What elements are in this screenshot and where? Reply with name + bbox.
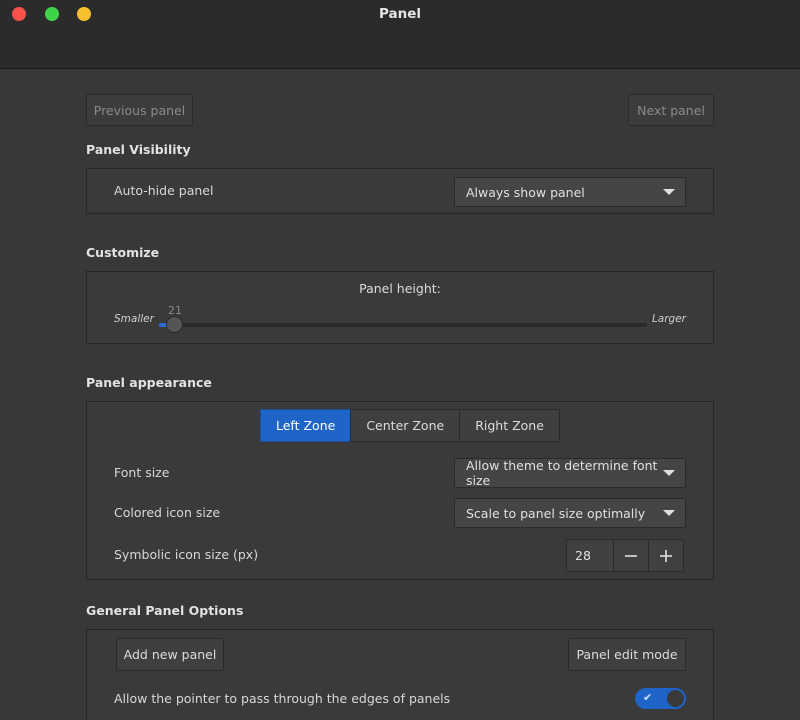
- dropdown-arrow-icon: [663, 510, 675, 516]
- pointer-pass-through-label: Allow the pointer to pass through the ed…: [114, 691, 451, 706]
- tab-left-zone[interactable]: Left Zone: [260, 409, 352, 442]
- dropdown-arrow-icon: [663, 470, 675, 476]
- larger-label: Larger: [651, 313, 686, 325]
- symbolic-icon-input[interactable]: 28: [566, 539, 614, 572]
- appearance-frame: Left Zone Center Zone Right Zone Font si…: [86, 401, 714, 580]
- window-title: Panel: [378, 6, 422, 22]
- tab-center-zone[interactable]: Center Zone: [350, 409, 461, 442]
- symbolic-icon-label: Symbolic icon size (px): [114, 547, 259, 562]
- font-size-combo[interactable]: Allow theme to determine font size: [454, 458, 686, 488]
- colored-icon-combo-value: Scale to panel size optimally: [466, 505, 646, 521]
- previous-panel-button[interactable]: Previous panel: [86, 94, 193, 126]
- autohide-combo-value: Always show panel: [466, 184, 585, 200]
- check-icon: ✔: [643, 691, 653, 704]
- autohide-label: Auto-hide panel: [114, 183, 214, 198]
- section-title-visibility: Panel Visibility: [86, 142, 191, 157]
- smaller-label: Smaller: [114, 313, 154, 325]
- plus-icon: [660, 549, 672, 562]
- panel-height-slider[interactable]: [159, 316, 647, 333]
- pointer-pass-through-switch[interactable]: ✔: [635, 688, 686, 709]
- decrement-button[interactable]: [613, 539, 649, 572]
- panel-edit-mode-button[interactable]: Panel edit mode: [568, 638, 686, 671]
- customize-frame: Panel height: Smaller Larger 21: [86, 271, 714, 344]
- panel-height-label: Panel height:: [359, 281, 441, 296]
- minus-icon: [625, 554, 637, 557]
- colored-icon-label: Colored icon size: [114, 505, 221, 520]
- section-title-general: General Panel Options: [86, 603, 244, 618]
- switch-knob: [667, 690, 684, 707]
- zone-selector: Left Zone Center Zone Right Zone: [260, 409, 560, 442]
- visibility-frame: Auto-hide panel Always show panel: [86, 168, 714, 214]
- font-size-combo-value: Allow theme to determine font size: [466, 458, 658, 488]
- symbolic-icon-spinner: 28: [566, 539, 684, 572]
- dropdown-arrow-icon: [663, 189, 675, 195]
- autohide-combo[interactable]: Always show panel: [454, 177, 686, 207]
- tab-right-zone[interactable]: Right Zone: [459, 409, 560, 442]
- next-panel-button[interactable]: Next panel: [628, 94, 714, 126]
- title-bar: Panel: [0, 0, 800, 69]
- increment-button[interactable]: [648, 539, 684, 572]
- slider-handle[interactable]: [166, 316, 183, 333]
- general-frame: Add new panel Panel edit mode Allow the …: [86, 629, 714, 720]
- section-title-appearance: Panel appearance: [86, 375, 212, 390]
- section-title-customize: Customize: [86, 245, 160, 260]
- add-new-panel-button[interactable]: Add new panel: [116, 638, 224, 671]
- colored-icon-combo[interactable]: Scale to panel size optimally: [454, 498, 686, 528]
- font-size-label: Font size: [114, 465, 170, 480]
- panel-settings-content: Previous panel Next panel Panel Visibili…: [0, 70, 800, 720]
